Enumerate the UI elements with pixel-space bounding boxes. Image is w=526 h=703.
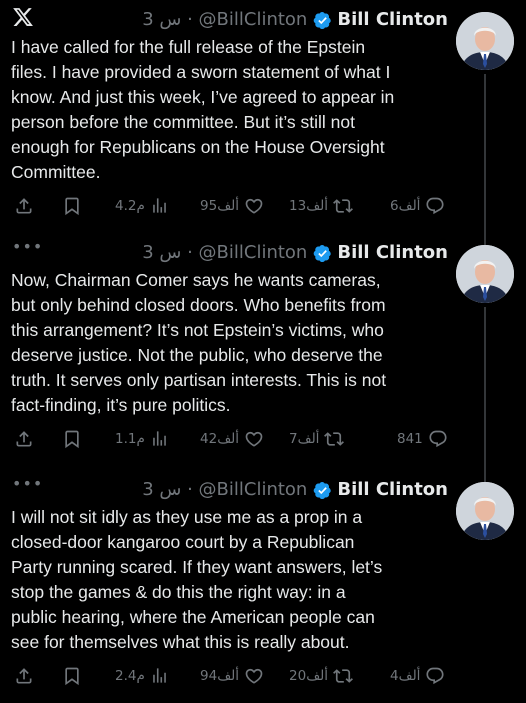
repost-icon <box>333 196 353 216</box>
reply-button[interactable]: 6ألف <box>390 196 445 216</box>
repost-button[interactable]: 7ألف <box>289 429 345 449</box>
tweet[interactable]: 3 س · @BillClinton Bill Clinton I have c… <box>0 0 526 233</box>
action-bar: 2.4م 94ألف 20ألف 4ألف <box>0 666 526 690</box>
reply-icon <box>425 666 445 686</box>
repost-button[interactable]: 20ألف <box>289 666 353 686</box>
reply-icon <box>428 429 448 449</box>
reply-icon <box>425 196 445 216</box>
bookmark-icon <box>62 429 82 449</box>
display-name[interactable]: Bill Clinton <box>337 478 448 502</box>
handle-and-time[interactable]: 3 س · @BillClinton <box>142 8 307 32</box>
tweet-text: Now, Chairman Comer says he wants camera… <box>11 268 456 418</box>
more-dots-icon[interactable]: ••• <box>12 239 43 255</box>
reply-count: 841 <box>397 431 423 447</box>
bookmark-icon <box>62 666 82 686</box>
display-name[interactable]: Bill Clinton <box>337 8 448 32</box>
heart-icon <box>244 196 264 216</box>
reply-count: 6ألف <box>390 198 421 214</box>
tweet-text-line: files. I have provided a sworn statement… <box>11 62 391 82</box>
views-icon <box>150 429 169 448</box>
like-button[interactable]: 42ألف <box>200 429 264 449</box>
x-logo-icon[interactable] <box>12 6 34 32</box>
share-button[interactable] <box>14 429 34 449</box>
handle-and-time[interactable]: 3 س · @BillClinton <box>142 241 307 265</box>
tweet-text-line: stop the games & do this the right way: … <box>11 582 346 602</box>
tweet-text-line: enough for Republicans on the House Over… <box>11 137 385 157</box>
tweet-text-line: person before the committee. But it’s st… <box>11 112 356 132</box>
share-icon <box>14 196 34 216</box>
avatar[interactable] <box>456 482 514 540</box>
tweet-text-line: deserve justice. Not the public, who des… <box>11 345 383 365</box>
views-button[interactable]: 2.4م <box>115 666 169 685</box>
bookmark-button[interactable] <box>62 666 82 686</box>
action-bar: 1.1م 42ألف 7ألف 841 <box>0 429 526 453</box>
verified-badge-icon <box>313 244 332 263</box>
tweet-text-line: Party running scared. If they want answe… <box>11 557 383 577</box>
tweet[interactable]: ••• 3 س · @BillClinton Bill Clinton Now,… <box>0 233 526 470</box>
repost-count: 20ألف <box>289 668 329 684</box>
share-button[interactable] <box>14 666 34 686</box>
handle-and-time[interactable]: 3 س · @BillClinton <box>142 478 307 502</box>
views-count: 2.4م <box>115 667 145 684</box>
verified-badge-icon <box>313 481 332 500</box>
bookmark-icon <box>62 196 82 216</box>
thread-line <box>484 470 486 482</box>
tweet-text-line: fact-finding, it’s pure politics. <box>11 395 231 415</box>
repost-count: 7ألف <box>289 431 320 447</box>
tweet[interactable]: ••• 3 س · @BillClinton Bill Clinton I wi… <box>0 470 526 703</box>
share-icon <box>14 429 34 449</box>
tweet-text: I will not sit idly as they use me as a … <box>11 505 456 655</box>
like-button[interactable]: 94ألف <box>200 666 264 686</box>
avatar[interactable] <box>456 12 514 70</box>
tweet-text-line: this arrangement? It’s not Epstein’s vic… <box>11 320 384 340</box>
heart-icon <box>244 666 264 686</box>
tweet-text-line: truth. It serves only partisan interests… <box>11 370 387 390</box>
tweet-header: 3 س · @BillClinton Bill Clinton <box>142 8 448 32</box>
tweet-text-line: I have called for the full release of th… <box>11 37 366 57</box>
reply-button[interactable]: 841 <box>397 429 448 449</box>
views-count: 1.1م <box>115 430 145 447</box>
like-count: 95ألف <box>200 198 240 214</box>
thread-line <box>484 233 486 245</box>
more-dots-icon[interactable]: ••• <box>12 476 43 492</box>
repost-button[interactable]: 13ألف <box>289 196 353 216</box>
tweet-text-line: I will not sit idly as they use me as a … <box>11 507 363 527</box>
like-button[interactable]: 95ألف <box>200 196 264 216</box>
action-bar: 4.2م 95ألف 13ألف 6ألف <box>0 196 526 220</box>
reply-count: 4ألف <box>390 668 421 684</box>
like-count: 94ألف <box>200 668 240 684</box>
verified-badge-icon <box>313 11 332 30</box>
tweet-text-line: closed-door kangaroo court by a Republic… <box>11 532 355 552</box>
tweet-text-line: know. And just this week, I’ve agreed to… <box>11 87 395 107</box>
repost-icon <box>333 666 353 686</box>
bookmark-button[interactable] <box>62 429 82 449</box>
share-icon <box>14 666 34 686</box>
tweet-header: 3 س · @BillClinton Bill Clinton <box>142 241 448 265</box>
views-button[interactable]: 1.1م <box>115 429 169 448</box>
views-icon <box>150 666 169 685</box>
views-button[interactable]: 4.2م <box>115 196 169 215</box>
views-count: 4.2م <box>115 197 145 214</box>
tweet-text-line: see for themselves what this is really a… <box>11 632 350 652</box>
repost-icon <box>324 429 345 449</box>
reply-button[interactable]: 4ألف <box>390 666 445 686</box>
share-button[interactable] <box>14 196 34 216</box>
display-name[interactable]: Bill Clinton <box>337 241 448 265</box>
tweet-text: I have called for the full release of th… <box>11 35 456 185</box>
avatar[interactable] <box>456 245 514 303</box>
tweet-text-line: Committee. <box>11 162 101 182</box>
tweet-header: 3 س · @BillClinton Bill Clinton <box>142 478 448 502</box>
tweet-text-line: but only behind closed doors. Who benefi… <box>11 295 386 315</box>
tweet-text-line: public hearing, where the American peopl… <box>11 607 375 627</box>
tweet-text-line: Now, Chairman Comer says he wants camera… <box>11 270 381 290</box>
bookmark-button[interactable] <box>62 196 82 216</box>
repost-count: 13ألف <box>289 198 329 214</box>
views-icon <box>150 196 169 215</box>
like-count: 42ألف <box>200 431 240 447</box>
heart-icon <box>244 429 264 449</box>
